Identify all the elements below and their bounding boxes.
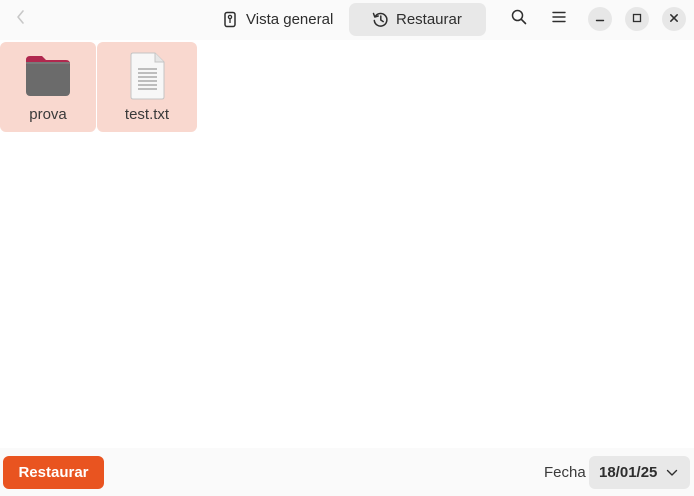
chevron-left-icon	[15, 9, 27, 30]
file-label: test.txt	[124, 106, 170, 123]
date-value: 18/01/25	[599, 464, 658, 481]
search-button[interactable]	[506, 6, 532, 32]
tab-overview[interactable]: Vista general	[210, 3, 345, 36]
file-item-test-txt[interactable]: test.txt	[97, 42, 197, 132]
back-button[interactable]	[8, 6, 34, 32]
main-menu-button[interactable]	[546, 6, 572, 32]
file-label: prova	[29, 106, 67, 123]
chevron-down-icon	[665, 466, 679, 480]
maximize-button[interactable]	[625, 7, 649, 31]
tab-restore-label: Restaurar	[396, 11, 462, 28]
tab-overview-label: Vista general	[246, 11, 334, 28]
date-label: Fecha	[544, 464, 586, 481]
text-file-icon	[122, 51, 172, 101]
history-icon	[371, 11, 389, 29]
maximize-icon	[632, 10, 642, 28]
date-dropdown[interactable]: 18/01/25	[589, 456, 690, 489]
file-view[interactable]: prova test.txt	[0, 40, 694, 448]
tab-restore[interactable]: Restaurar	[349, 3, 486, 36]
close-icon	[669, 10, 679, 28]
restore-button[interactable]: Restaurar	[3, 456, 104, 489]
minimize-icon	[595, 10, 605, 28]
action-bar: Restaurar Fecha 18/01/25	[0, 448, 694, 496]
minimize-button[interactable]	[588, 7, 612, 31]
file-item-prova[interactable]: prova	[0, 42, 96, 132]
drive-icon	[221, 11, 239, 29]
close-button[interactable]	[662, 7, 686, 31]
folder-icon	[23, 51, 73, 101]
hamburger-menu-icon	[552, 10, 566, 28]
header-bar: Vista general Restaurar	[0, 0, 694, 40]
search-icon	[511, 9, 527, 30]
